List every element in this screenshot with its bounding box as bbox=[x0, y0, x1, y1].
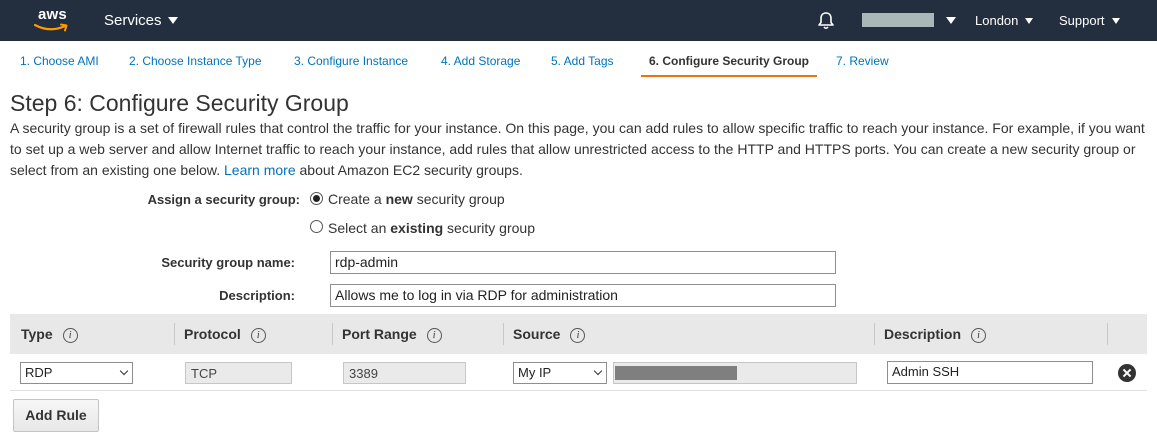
chevron-down-icon bbox=[119, 366, 129, 376]
info-icon[interactable]: i bbox=[971, 328, 987, 343]
caret-down-icon bbox=[1025, 17, 1034, 24]
col-header-protocol: Protocol i bbox=[184, 326, 266, 343]
tab-review[interactable]: 7. Review bbox=[836, 54, 889, 77]
create-new-text-pre: Create a bbox=[328, 191, 386, 207]
chevron-down-icon bbox=[593, 366, 603, 376]
col-protocol-label: Protocol bbox=[184, 326, 241, 342]
rule-source-cidr-field[interactable] bbox=[613, 362, 857, 384]
security-group-name-label: Security group name: bbox=[161, 255, 295, 270]
account-caret-icon[interactable] bbox=[946, 17, 956, 24]
rule-port-range-field: 3389 bbox=[343, 362, 466, 384]
rule-source-select[interactable]: My IP bbox=[513, 362, 607, 384]
support-label: Support bbox=[1059, 13, 1105, 28]
source-ip-redacted bbox=[615, 366, 737, 380]
column-divider bbox=[1107, 323, 1108, 345]
assign-security-group-label: Assign a security group: bbox=[147, 192, 300, 207]
col-header-port-range: Port Range i bbox=[342, 326, 442, 343]
tab-choose-instance-type[interactable]: 2. Choose Instance Type bbox=[129, 54, 262, 77]
column-divider bbox=[174, 323, 175, 345]
col-port-range-label: Port Range bbox=[342, 326, 417, 342]
services-label: Services bbox=[104, 12, 162, 29]
intro-part1: A security group is a set of firewall ru… bbox=[10, 120, 1145, 178]
caret-down-icon bbox=[167, 16, 178, 24]
learn-more-link[interactable]: Learn more bbox=[224, 162, 296, 178]
aws-logo[interactable]: aws bbox=[34, 6, 76, 36]
select-existing-text-bold: existing bbox=[390, 220, 444, 236]
info-icon[interactable]: i bbox=[250, 328, 266, 343]
description-input[interactable]: Allows me to log in via RDP for administ… bbox=[330, 284, 836, 307]
bell-icon[interactable] bbox=[817, 11, 835, 30]
account-name-redacted[interactable] bbox=[862, 13, 934, 27]
intro-text: A security group is a set of firewall ru… bbox=[10, 118, 1150, 181]
tab-configure-security-group[interactable]: 6. Configure Security Group bbox=[641, 54, 817, 77]
tab-add-tags[interactable]: 5. Add Tags bbox=[551, 54, 614, 77]
col-source-label: Source bbox=[513, 326, 561, 342]
rule-type-value: RDP bbox=[25, 365, 53, 380]
col-header-source: Source i bbox=[513, 326, 586, 343]
column-divider bbox=[874, 323, 875, 345]
select-existing-text-pre: Select an bbox=[328, 220, 391, 236]
create-new-radio-label[interactable]: Create a new security group bbox=[328, 191, 505, 207]
rule-description-input[interactable]: Admin SSH bbox=[887, 361, 1093, 384]
col-type-label: Type bbox=[21, 326, 53, 342]
add-rule-button[interactable]: Add Rule bbox=[13, 399, 99, 432]
tab-configure-instance[interactable]: 3. Configure Instance bbox=[294, 54, 408, 77]
wizard-tabs: 1. Choose AMI 2. Choose Instance Type 3.… bbox=[0, 41, 1157, 79]
remove-rule-icon[interactable] bbox=[1118, 364, 1136, 382]
create-new-text-post: security group bbox=[412, 191, 505, 207]
rules-table-header: Type i Protocol i Port Range i Source i Desc… bbox=[10, 314, 1147, 354]
rule-type-select[interactable]: RDP bbox=[20, 362, 133, 384]
region-label: London bbox=[975, 13, 1019, 28]
page-title: Step 6: Configure Security Group bbox=[10, 90, 349, 116]
region-menu[interactable]: London bbox=[975, 13, 1034, 28]
rule-protocol-field: TCP bbox=[185, 362, 292, 384]
description-label: Description: bbox=[219, 288, 295, 303]
info-icon[interactable]: i bbox=[426, 328, 442, 343]
column-divider bbox=[503, 323, 504, 345]
select-existing-text-post: security group bbox=[443, 220, 535, 236]
aws-logo-text: aws bbox=[38, 6, 67, 23]
create-new-radio[interactable] bbox=[310, 192, 323, 205]
support-menu[interactable]: Support bbox=[1059, 13, 1120, 28]
select-existing-radio[interactable] bbox=[310, 220, 323, 233]
column-divider bbox=[332, 323, 333, 345]
intro-part2: about Amazon EC2 security groups. bbox=[299, 162, 523, 178]
tab-choose-ami[interactable]: 1. Choose AMI bbox=[20, 54, 99, 77]
col-header-description: Description i bbox=[884, 326, 987, 343]
info-icon[interactable]: i bbox=[570, 328, 586, 343]
aws-smile-icon bbox=[34, 23, 68, 32]
create-new-text-bold: new bbox=[385, 191, 413, 207]
info-icon[interactable]: i bbox=[62, 328, 78, 343]
col-description-label: Description bbox=[884, 326, 962, 342]
tab-add-storage[interactable]: 4. Add Storage bbox=[441, 54, 520, 77]
table-row: RDP TCP 3389 My IP Admin SSH bbox=[10, 354, 1147, 391]
services-menu[interactable]: Services bbox=[104, 12, 178, 29]
rule-source-value: My IP bbox=[518, 365, 552, 380]
security-group-name-input[interactable]: rdp-admin bbox=[330, 251, 836, 274]
col-header-type: Type i bbox=[21, 326, 78, 343]
caret-down-icon bbox=[1111, 17, 1120, 24]
select-existing-radio-label[interactable]: Select an existing security group bbox=[328, 220, 535, 236]
top-navbar: aws Services London Support bbox=[0, 0, 1157, 41]
